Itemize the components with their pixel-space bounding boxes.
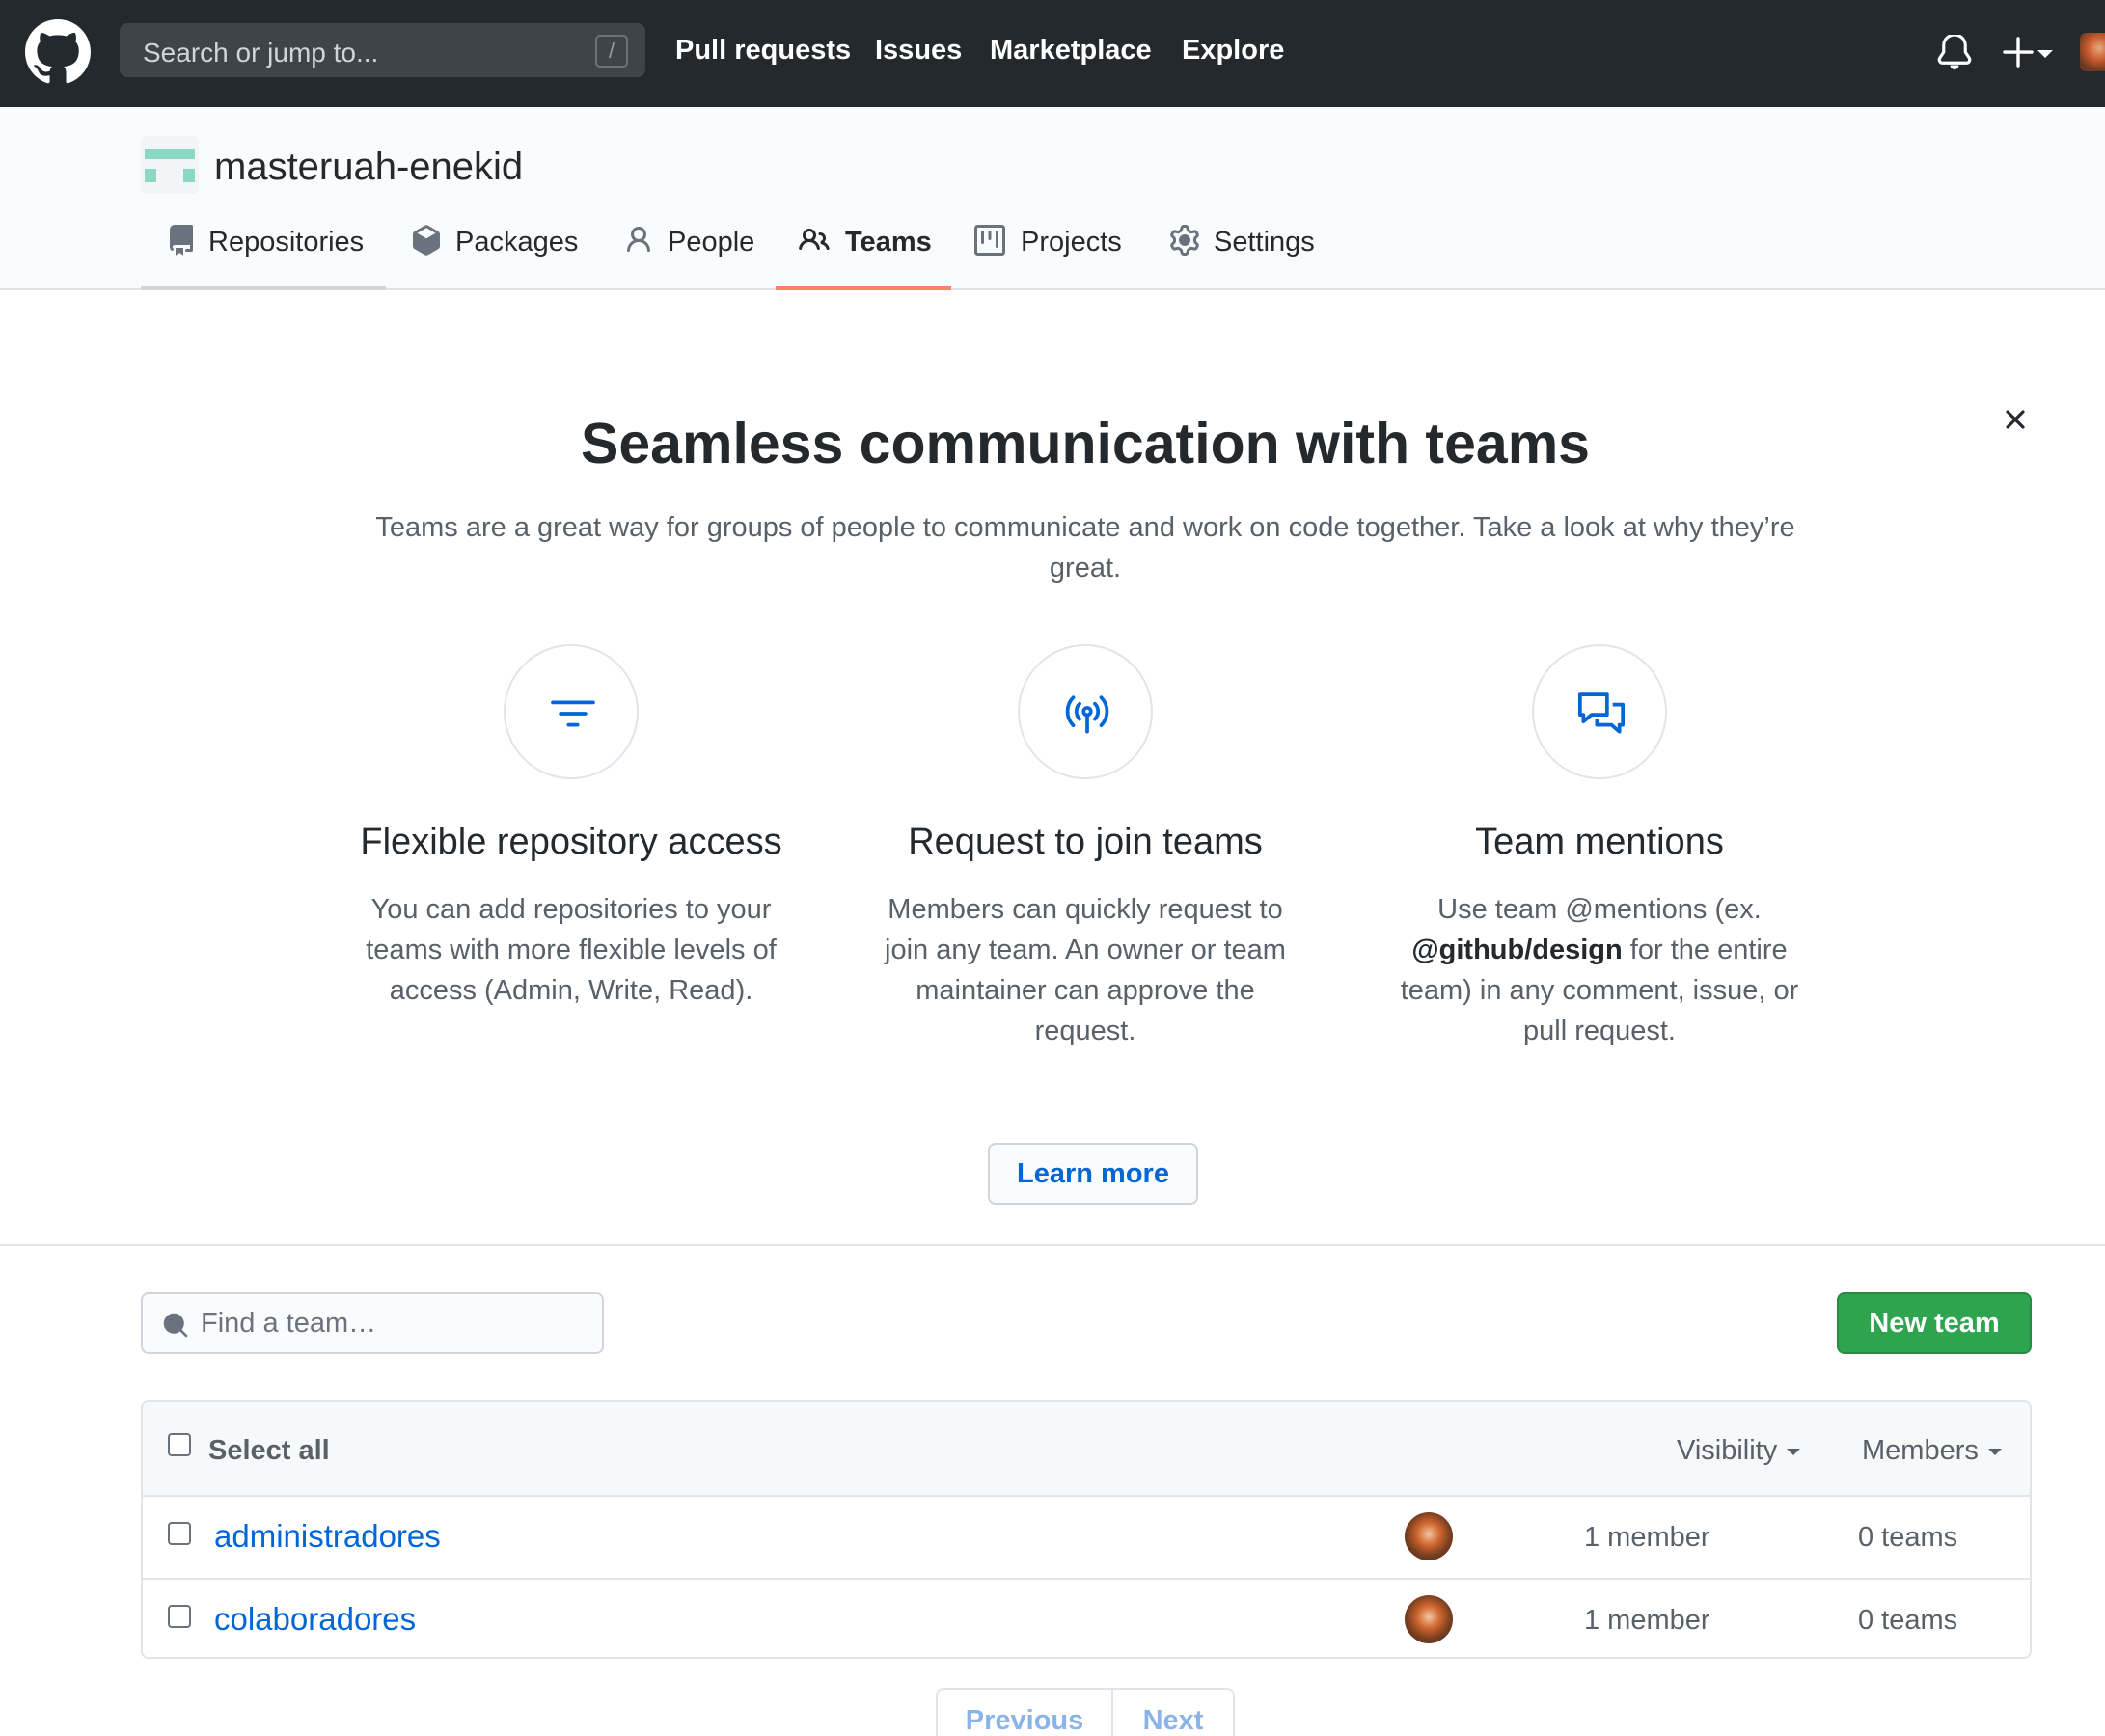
- team-link[interactable]: colaboradores: [214, 1601, 416, 1638]
- feature-title: Request to join teams: [908, 822, 1263, 862]
- repo-icon: [170, 225, 193, 256]
- promo-title: Seamless communication with teams: [581, 412, 1590, 475]
- select-all-checkbox[interactable]: [168, 1433, 191, 1456]
- feature-icon-circle: [1532, 644, 1667, 779]
- member-avatar[interactable]: [1405, 1595, 1453, 1643]
- teams-table-header: Select all Visibility Members: [143, 1402, 2030, 1497]
- bell-icon[interactable]: [1937, 35, 1972, 69]
- table-row: colaboradores 1 member 0 teams: [143, 1578, 2030, 1657]
- feature-icon-circle: [504, 644, 639, 779]
- org-avatar[interactable]: [141, 136, 199, 194]
- tab-hover-underline: [141, 286, 386, 290]
- team-link[interactable]: administradores: [214, 1518, 441, 1555]
- chevron-down-icon[interactable]: [2037, 50, 2053, 58]
- chevron-down-icon: [1787, 1448, 1801, 1455]
- tab-label: Settings: [1214, 227, 1315, 258]
- global-header: Search or jump to... / Pull requests Iss…: [0, 0, 2105, 107]
- tab-settings[interactable]: Settings: [1169, 223, 1333, 290]
- table-row: administradores 1 member 0 teams: [143, 1497, 2030, 1578]
- feature-flexible-access: Flexible repository access You can add r…: [330, 644, 812, 1011]
- teams-table: Select all Visibility Members administra…: [141, 1400, 2032, 1659]
- tab-projects[interactable]: Projects: [974, 223, 1138, 290]
- mention-example: @github/design: [1411, 935, 1623, 965]
- feature-description: You can add repositories to your teams w…: [366, 894, 777, 1006]
- tab-packages[interactable]: Packages: [411, 223, 604, 290]
- feature-title: Flexible repository access: [360, 822, 782, 862]
- row-checkbox[interactable]: [168, 1605, 191, 1628]
- people-icon: [799, 228, 830, 251]
- avatar[interactable]: [2080, 33, 2105, 71]
- feature-team-mentions: Team mentions Use team @mentions (ex. @g…: [1358, 644, 1841, 1051]
- member-count[interactable]: 1 member: [1584, 1522, 1710, 1554]
- nav-marketplace[interactable]: Marketplace: [990, 35, 1152, 67]
- tab-teams[interactable]: Teams: [799, 223, 953, 290]
- member-count[interactable]: 1 member: [1584, 1605, 1710, 1637]
- pagination: Previous Next: [936, 1688, 1235, 1736]
- find-team-field[interactable]: [141, 1292, 604, 1354]
- member-avatar[interactable]: [1405, 1512, 1453, 1560]
- filter-icon: [551, 700, 595, 727]
- child-team-count[interactable]: 0 teams: [1858, 1522, 1957, 1554]
- section-divider: [0, 1244, 2105, 1246]
- tab-repositories[interactable]: Repositories: [166, 223, 388, 290]
- broadcast-icon: [1065, 695, 1109, 734]
- previous-page-button[interactable]: Previous: [938, 1690, 1111, 1736]
- tab-people[interactable]: People: [623, 223, 778, 290]
- next-page-button[interactable]: Next: [1113, 1690, 1233, 1736]
- members-dropdown[interactable]: Members: [1862, 1435, 2002, 1467]
- tab-label: Packages: [455, 227, 579, 258]
- search-shortcut-key: /: [595, 35, 628, 68]
- feature-description: Use team @mentions (ex. @github/design f…: [1400, 894, 1799, 1046]
- visibility-dropdown[interactable]: Visibility: [1677, 1435, 1801, 1467]
- select-all-label[interactable]: Select all: [208, 1435, 330, 1467]
- feature-icon-circle: [1018, 644, 1153, 779]
- feature-description: Members can quickly request to join any …: [885, 894, 1286, 1046]
- feature-title: Team mentions: [1475, 822, 1724, 862]
- chevron-down-icon: [1987, 1448, 2002, 1455]
- child-team-count[interactable]: 0 teams: [1858, 1605, 1957, 1637]
- person-icon: [627, 227, 650, 253]
- learn-more-button[interactable]: Learn more: [988, 1143, 1198, 1205]
- find-team-input[interactable]: [201, 1304, 587, 1343]
- github-logo-icon[interactable]: [25, 19, 91, 85]
- tab-label: Repositories: [208, 227, 365, 258]
- global-search[interactable]: Search or jump to... /: [120, 23, 645, 77]
- gear-icon: [1170, 225, 1199, 256]
- new-team-button[interactable]: New team: [1837, 1292, 2032, 1354]
- promo-subtitle: Teams are a great way for groups of peop…: [375, 512, 1795, 583]
- tab-label: Teams: [845, 227, 932, 258]
- active-tab-underline: [776, 286, 951, 290]
- search-placeholder[interactable]: Search or jump to...: [143, 38, 378, 68]
- nav-issues[interactable]: Issues: [875, 35, 962, 67]
- tab-label: Projects: [1021, 227, 1122, 258]
- comment-discussion-icon: [1577, 692, 1626, 734]
- plus-icon[interactable]: [2001, 35, 2036, 69]
- feature-request-join: Request to join teams Members can quickl…: [844, 644, 1326, 1051]
- project-icon: [974, 225, 1005, 256]
- org-header: masteruah-enekid Repositories Packages P…: [0, 107, 2105, 290]
- tab-label: People: [668, 227, 755, 258]
- nav-explore[interactable]: Explore: [1182, 35, 1284, 67]
- package-icon: [413, 225, 440, 256]
- search-icon: [163, 1313, 188, 1338]
- nav-pull-requests[interactable]: Pull requests: [675, 35, 851, 67]
- org-name[interactable]: masteruah-enekid: [214, 146, 523, 189]
- row-checkbox[interactable]: [168, 1522, 191, 1545]
